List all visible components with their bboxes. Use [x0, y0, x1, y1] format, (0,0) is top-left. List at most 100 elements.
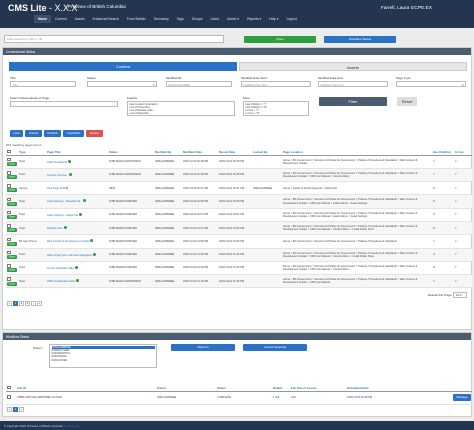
tab-content[interactable]: Content	[9, 62, 237, 71]
title-input[interactable]: Title	[10, 81, 76, 87]
page-button[interactable]: 3	[25, 301, 30, 306]
title-text[interactable]: Content Informat...	[47, 174, 68, 177]
more-option[interactable]: In Use = "N"	[246, 112, 307, 115]
select-all-checkbox[interactable]	[7, 149, 11, 153]
in-use-text: Y	[455, 226, 457, 230]
title-text[interactable]: Hide a Page from Left-Hand Navigation	[47, 254, 92, 257]
table-row[interactable]: Open Topic Content Informat... PUBLISHED UN…	[6, 168, 472, 183]
title-text[interactable]: New Page 2018	[47, 187, 65, 190]
open-row-button[interactable]: Open	[7, 268, 17, 273]
type-text: Service	[19, 186, 28, 190]
tab-assets[interactable]: Assets	[239, 62, 467, 71]
more-listbox[interactable]: Has Children = "Y" Has Children = "N" In U…	[243, 101, 309, 116]
page-button[interactable]: «	[7, 407, 12, 412]
page-button[interactable]: 1	[13, 407, 18, 412]
row-checkbox[interactable]	[7, 157, 11, 162]
table-row[interactable]: Open Topic Related Links PUBLISHED MODIFIED…	[6, 221, 472, 236]
table-row[interactable]: Open BC Gov Theme Web Content & Developmen…	[6, 234, 472, 249]
open-row-button[interactable]: Open	[7, 175, 17, 180]
open-row-button[interactable]: Open	[7, 201, 17, 206]
search-descendants-input[interactable]	[10, 101, 118, 107]
open-row-button[interactable]: Open	[7, 241, 17, 246]
nav-item-1[interactable]: Content	[51, 15, 71, 23]
select-all-checkbox[interactable]	[7, 385, 11, 389]
modified-start-input[interactable]: Modified Date Start	[241, 81, 311, 87]
page-button[interactable]: «	[7, 301, 12, 306]
status-dot-icon	[76, 279, 80, 283]
title-text[interactable]: CMS Lite Manual	[47, 161, 67, 164]
open-row-button[interactable]: Open	[7, 228, 17, 233]
open-row-button[interactable]: Open	[7, 215, 17, 220]
refresh-button[interactable]: Refresh	[171, 344, 235, 351]
table-row[interactable]: Open Topic Asset Settings - Usage Tab PUBLI…	[6, 208, 472, 222]
open-row-button[interactable]: Open	[7, 188, 17, 193]
feature-option[interactable]: List of Subscribe	[130, 112, 233, 115]
match-count: 206 matching pages found	[6, 143, 42, 147]
nav-item-4[interactable]: Form Builder	[123, 15, 150, 23]
feature-listbox[interactable]: Has Contact Information List of Promo Box…	[127, 101, 235, 116]
row-checkbox[interactable]	[7, 210, 11, 215]
table-row[interactable]: 7888F-64B73DA-A9D57B0E7-2C7D40 IDIRLAURB…	[6, 391, 472, 405]
owner-listbox[interactable]: IDIRLAURBREE IDIRANOTHER IDIRUSERTWO IDIRJJ…	[49, 344, 157, 368]
page-button[interactable]: 1	[13, 301, 18, 306]
cell-type: Topic	[18, 248, 46, 262]
page-button[interactable]: 2	[19, 301, 24, 306]
row-checkbox[interactable]	[7, 197, 11, 202]
cancel-selected-button[interactable]: Cancel Selected	[243, 344, 307, 351]
workflow-status-button[interactable]: Workflow Status	[324, 36, 396, 43]
nav-item-0[interactable]: Home	[34, 15, 52, 23]
unlock-button[interactable]: Unlock	[25, 130, 42, 137]
owner-option[interactable]: IDIRLOCKED	[52, 359, 155, 362]
row-checkbox[interactable]	[7, 395, 11, 399]
nav-item-3[interactable]: Enhanced Search	[89, 15, 123, 23]
title-text[interactable]: Human Readable URLs	[47, 267, 74, 270]
table-row[interactable]: Open Topic Human Readable URLs PUBLISHED MO…	[6, 261, 472, 276]
filter-button[interactable]: Filter	[319, 97, 387, 106]
cell-children: N	[432, 248, 454, 262]
nav-item-9[interactable]: Admin ▾	[223, 15, 243, 23]
results-select[interactable]: 10 ▾	[453, 292, 467, 298]
row-checkbox[interactable]	[7, 250, 11, 255]
open-row-button[interactable]: Open	[7, 281, 17, 286]
nav-item-7[interactable]: Groups	[188, 15, 207, 23]
nav-item-12[interactable]: Logout	[283, 15, 301, 23]
row-select-cell: Open	[6, 194, 18, 209]
page-search-input[interactable]: Page search by URL or ID	[4, 35, 224, 43]
nav-item-10[interactable]: Reports ▾	[243, 15, 265, 23]
open-row-button[interactable]: Open	[7, 254, 17, 259]
lock-button[interactable]: Lock	[10, 130, 23, 137]
page-button[interactable]: ...	[31, 301, 36, 306]
table-row[interactable]: Open Topic Hide a Page from Left-Hand Navi…	[6, 248, 472, 262]
table-row[interactable]: Open Service New Page 2018 NEW IDIRLAURBREE 2…	[6, 181, 472, 196]
title-text[interactable]: CMS Lite Release Notes	[47, 280, 75, 283]
publish-button[interactable]: Publish	[44, 130, 61, 137]
open-row-button[interactable]: Open	[7, 161, 17, 166]
page-type-select[interactable]: ▾	[396, 81, 466, 87]
table-row[interactable]: Open Topic CMS Lite Release Notes PUBLISHED…	[6, 274, 472, 289]
nav-item-6[interactable]: Tags	[173, 15, 188, 23]
terms-link[interactable]: Terms of Use	[63, 424, 79, 428]
title-text[interactable]: Related Links	[47, 227, 63, 230]
title-text[interactable]: Web Content & Development Guides	[47, 240, 89, 243]
row-checkbox[interactable]	[7, 237, 11, 242]
nav-item-8[interactable]: Users	[207, 15, 224, 23]
nav-item-2[interactable]: Assets	[71, 15, 89, 23]
nav-item-5[interactable]: Taxonomy	[150, 15, 173, 23]
table-row[interactable]: Open Topic Asset Settings - Metadata Ta...…	[6, 194, 472, 209]
manage-button[interactable]: Manage	[453, 394, 471, 402]
table-row[interactable]: Open Topic CMS Lite Manual PUBLISHED UNMODI…	[6, 155, 472, 169]
status-select[interactable]: ▾	[87, 81, 157, 87]
nav-item-11[interactable]: Help ▾	[265, 15, 282, 23]
reset-button[interactable]: Reset	[397, 97, 417, 106]
unpublish-button[interactable]: Unpublish	[63, 130, 84, 137]
title-text[interactable]: Asset Settings - Usage Tab	[47, 214, 78, 217]
open-button[interactable]: Open	[244, 36, 316, 43]
delete-button[interactable]: Delete	[86, 130, 103, 137]
title-text[interactable]: Asset Settings - Metadata Ta...	[47, 200, 82, 203]
page-button[interactable]: »	[37, 301, 42, 306]
modified-end-input[interactable]: Modified Date End	[318, 81, 388, 87]
page-button[interactable]: »	[19, 407, 24, 412]
row-checkbox[interactable]	[7, 277, 11, 281]
user-name[interactable]: Farrell, Laura GCPE:EX	[381, 6, 432, 11]
modified-by-input[interactable]: IDIR/LANHNREE	[166, 81, 232, 87]
